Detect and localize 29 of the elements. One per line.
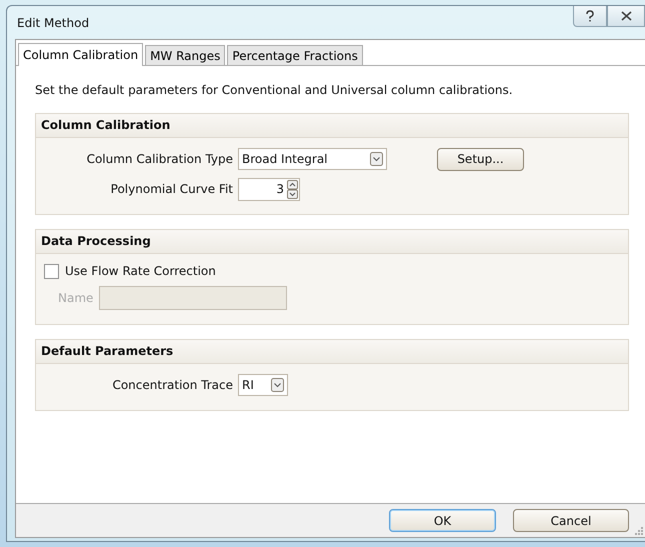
chevron-icon [271,378,284,392]
checkbox-label: Use Flow Rate Correction [65,264,216,278]
checkbox[interactable] [44,264,59,278]
field-label: Name [57,291,94,305]
close-icon [620,11,632,21]
tab[interactable]: MW Ranges [145,45,226,65]
ok-button[interactable]: OK [389,509,496,532]
cancel-button[interactable]: Cancel [513,509,629,532]
spinner-arrows-icon [287,180,298,198]
field-label: Concentration Trace [111,378,234,392]
group-title: Default Parameters [41,344,174,358]
field-label: Polynomial Curve Fit [110,182,234,196]
help-icon [585,10,595,22]
resize-grip-icon [635,527,643,535]
name-field[interactable] [99,286,288,310]
setup-button[interactable]: Setup... [437,148,524,170]
field-label: Column Calibration Type [86,152,234,166]
group-title: Data Processing [41,234,151,248]
dropdown[interactable]: Broad Integral [238,148,387,170]
description-text: Set the default parameters for Conventional and Universal column calibrations. [35,83,514,97]
dropdown[interactable]: RI [238,374,288,396]
tab[interactable]: Column Calibration [18,43,144,66]
help-button[interactable] [573,6,607,27]
spinner-field[interactable]: 3 [238,178,300,200]
tab[interactable]: Percentage Fractions [227,45,363,65]
group-title: Column Calibration [41,118,170,132]
window-title: Edit Method [16,16,90,30]
close-button[interactable] [607,6,645,27]
chevron-icon [370,152,383,166]
